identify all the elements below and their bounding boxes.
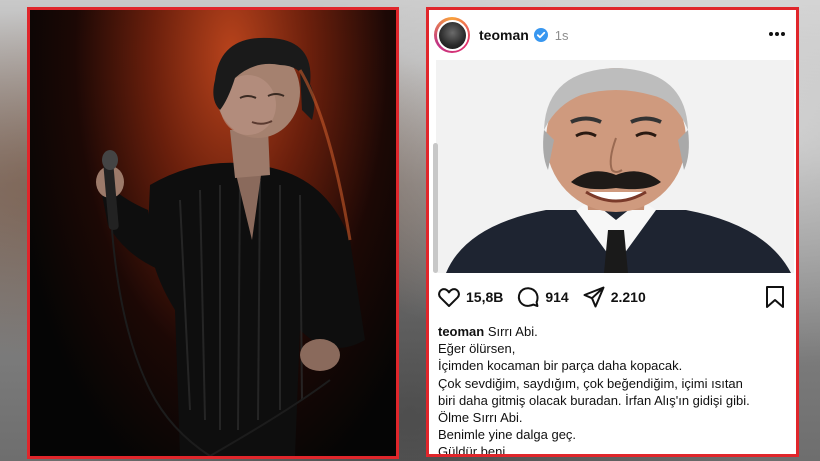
- comment-icon[interactable]: [516, 285, 540, 309]
- post-image[interactable]: [436, 60, 794, 273]
- avatar[interactable]: [434, 17, 470, 53]
- caption-line: Benimle yine dalga geç.: [438, 427, 577, 443]
- caption-line: Güldür beni.: [438, 444, 509, 457]
- caption-line: İçimden kocaman bir parça daha kopacak.: [438, 358, 683, 374]
- caption-line: Ölme Sırrı Abi.: [438, 410, 523, 426]
- singer-photo: [27, 7, 399, 459]
- share-count: 2.210: [610, 289, 646, 305]
- comment-count: 914: [545, 289, 569, 305]
- more-dots-icon[interactable]: [768, 31, 786, 37]
- caption-line: Eğer ölürsen,: [438, 341, 516, 357]
- scroll-indicator[interactable]: [433, 143, 438, 273]
- caption-first-line: teoman Sırrı Abi.: [438, 323, 790, 340]
- post-caption: teoman Sırrı Abi. Eğer ölürsen, İçimden …: [438, 323, 790, 457]
- singer-illustration: [96, 37, 365, 456]
- heart-icon[interactable]: [437, 285, 461, 309]
- post-header: teoman 1s: [429, 10, 796, 60]
- post-username[interactable]: teoman: [479, 27, 529, 43]
- bookmark-icon[interactable]: [764, 285, 786, 309]
- instagram-post: teoman 1s 15,8B 914 2.210 teoman Sırrı A…: [426, 7, 799, 457]
- post-actions: 15,8B 914 2.210: [429, 280, 796, 314]
- comment-action[interactable]: 914: [516, 285, 569, 309]
- like-count: 15,8B: [466, 289, 504, 305]
- post-time: 1s: [554, 27, 569, 43]
- verified-badge-icon: [533, 28, 548, 42]
- paper-plane-icon[interactable]: [582, 285, 606, 309]
- caption-text: Sırrı Abi.: [487, 324, 538, 339]
- share-action[interactable]: 2.210: [582, 285, 646, 309]
- like-action[interactable]: 15,8B: [437, 285, 503, 309]
- caption-line: Çok sevdiğim, saydığım, çok beğendiğim, …: [438, 375, 743, 391]
- caption-line: biri daha gitmiş olacak buradan. İrfan A…: [438, 392, 750, 408]
- caption-username[interactable]: teoman: [438, 324, 484, 339]
- portrait-illustration: [436, 60, 794, 273]
- avatar-image: [436, 19, 468, 51]
